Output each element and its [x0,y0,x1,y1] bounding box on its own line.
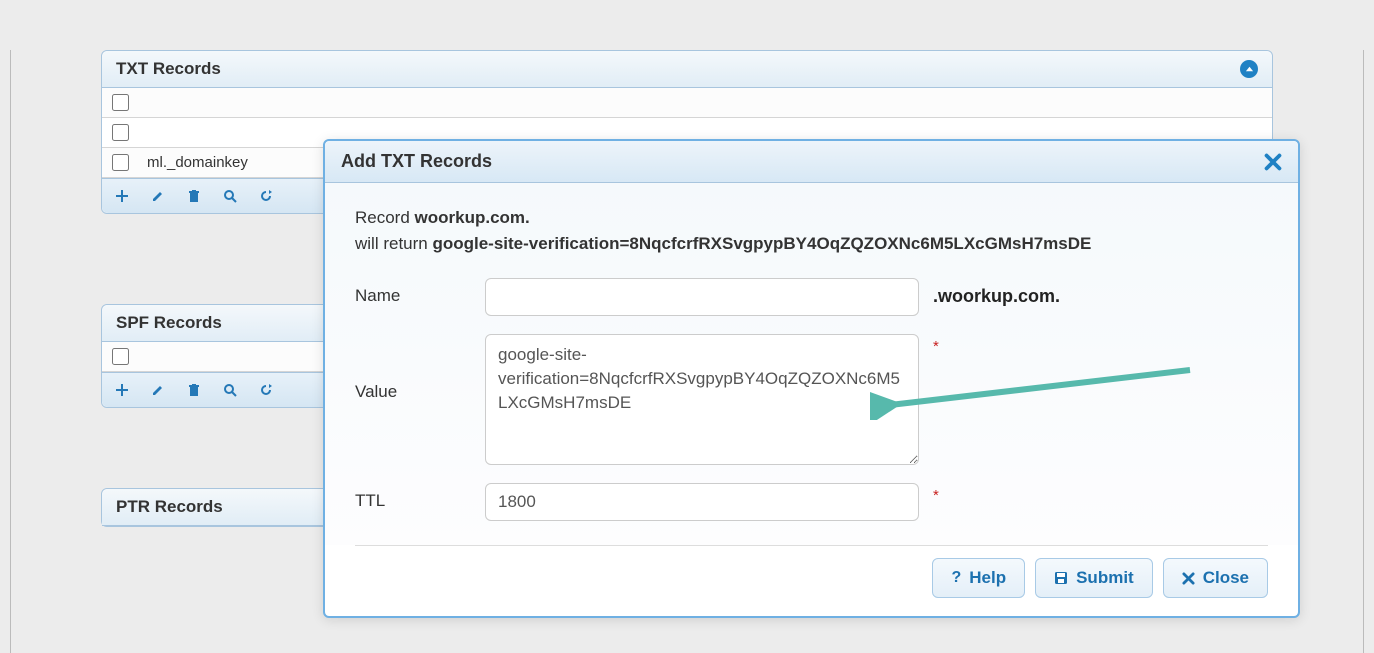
question-icon: ? [951,569,961,587]
add-button[interactable] [110,379,134,401]
modal-footer: ? Help Submit Close [355,545,1268,616]
info-mid: will return [355,234,432,253]
help-label: Help [969,568,1006,588]
ptr-panel-title: PTR Records [116,497,223,517]
info-prefix: Record [355,208,415,227]
submit-button[interactable]: Submit [1035,558,1153,598]
x-icon [1182,572,1195,585]
row-checkbox[interactable] [112,94,129,111]
search-button[interactable] [218,185,242,207]
modal-info: Record woorkup.com. will return google-s… [355,205,1268,256]
required-asterisk: * [933,483,939,504]
txt-panel-title: TXT Records [116,59,221,79]
collapse-icon[interactable] [1240,60,1258,78]
required-asterisk: * [933,334,939,355]
delete-button[interactable] [182,379,206,401]
modal-body: Record woorkup.com. will return google-s… [325,183,1298,545]
add-txt-modal: Add TXT Records Record woorkup.com. will… [323,139,1300,618]
value-label: Value [355,334,477,402]
info-domain: woorkup.com. [415,208,530,227]
ttl-label: TTL [355,483,477,511]
refresh-button[interactable] [254,185,278,207]
name-label: Name [355,278,477,306]
edit-button[interactable] [146,379,170,401]
name-suffix: .woorkup.com. [933,278,1060,307]
info-value: google-site-verification=8NqcfcrfRXSvgpy… [432,234,1091,253]
add-button[interactable] [110,185,134,207]
value-textarea[interactable] [485,334,919,465]
value-row: Value * [355,334,1268,465]
name-input[interactable] [485,278,919,316]
table-row[interactable] [102,88,1272,118]
edit-button[interactable] [146,185,170,207]
row-name: ml._domainkey [147,154,248,171]
ttl-input[interactable] [485,483,919,521]
refresh-button[interactable] [254,379,278,401]
close-label: Close [1203,568,1249,588]
save-icon [1054,571,1068,585]
name-row: Name .woorkup.com. [355,278,1268,316]
spf-panel-title: SPF Records [116,313,222,333]
modal-header[interactable]: Add TXT Records [325,141,1298,183]
row-checkbox[interactable] [112,348,129,365]
row-checkbox[interactable] [112,154,129,171]
txt-panel-header[interactable]: TXT Records [102,51,1272,88]
close-icon[interactable] [1264,153,1282,171]
delete-button[interactable] [182,185,206,207]
ttl-row: TTL * [355,483,1268,521]
modal-title: Add TXT Records [341,151,492,172]
help-button[interactable]: ? Help [932,558,1025,598]
row-checkbox[interactable] [112,124,129,141]
submit-label: Submit [1076,568,1134,588]
close-button[interactable]: Close [1163,558,1268,598]
search-button[interactable] [218,379,242,401]
